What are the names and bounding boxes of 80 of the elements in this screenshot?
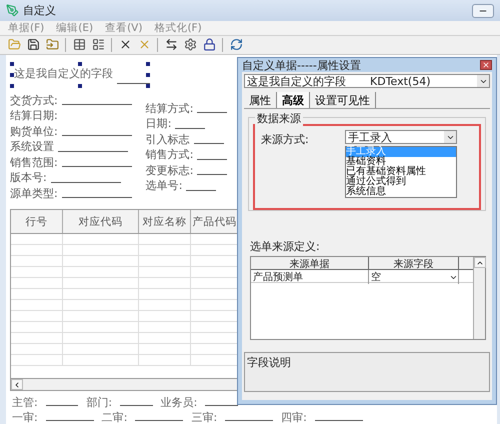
pen-icon — [6, 4, 19, 17]
selection-handle[interactable] — [146, 62, 150, 66]
dropdown-option[interactable]: 系统信息 — [346, 187, 456, 197]
group-title: 数据来源 — [255, 111, 303, 126]
settings-icon[interactable] — [182, 36, 198, 53]
selection-handle[interactable] — [10, 62, 14, 66]
fill-in-line — [135, 420, 184, 421]
selection-handle[interactable] — [146, 72, 150, 76]
section-label: 选单来源定义: — [250, 239, 321, 254]
field-label: 结算日期: — [10, 108, 58, 124]
field-label: 交货方式: — [10, 92, 58, 108]
fill-in-line — [197, 158, 228, 160]
table-cell[interactable]: 产品预测单 — [251, 270, 369, 284]
chevron-left-icon — [13, 380, 21, 388]
field-label: 结算方式: — [146, 100, 194, 116]
column-header[interactable]: 行号 — [11, 210, 63, 233]
field-label: 二审: — [102, 410, 128, 424]
fill-in-line — [225, 420, 274, 421]
field-label: 业务员: — [160, 395, 198, 409]
scroll-left-button[interactable] — [11, 379, 23, 390]
close-button[interactable] — [480, 60, 492, 70]
column-header[interactable]: 对应代码 — [63, 210, 139, 233]
column-header[interactable]: 来源单据 — [251, 257, 369, 271]
dialog-title: 自定义单据-----属性设置 — [242, 58, 361, 72]
fill-in-line — [62, 166, 132, 167]
field-label: 引入标志 — [146, 132, 190, 147]
lock-icon[interactable] — [201, 36, 217, 53]
field-label: 销售方式: — [146, 147, 194, 162]
fill-in-line — [194, 143, 224, 144]
object-dropdown[interactable]: 这是我自定义的字段 KDText(54) — [244, 74, 490, 88]
save-icon[interactable] — [25, 36, 41, 53]
table-icon[interactable] — [71, 36, 87, 53]
form-icon[interactable] — [90, 36, 106, 53]
fill-in-line — [62, 104, 132, 105]
selection-handle[interactable] — [10, 84, 14, 88]
field-label: 版本号: — [10, 170, 47, 186]
field-label: 字段说明 — [247, 356, 291, 369]
field-label: 部门: — [86, 395, 112, 409]
tab[interactable]: 设置可见性 — [310, 92, 376, 108]
fill-in-line — [197, 174, 228, 175]
selection-handle[interactable] — [78, 62, 82, 66]
selection-handle[interactable] — [10, 72, 14, 76]
fill-in-line — [197, 112, 228, 113]
dropdown-option[interactable]: 通过公式得到 — [346, 177, 456, 187]
selection-handle[interactable] — [78, 84, 82, 88]
minimize-button[interactable] — [472, 4, 494, 18]
field-label: 来源方式: — [261, 132, 310, 148]
fill-in-line — [58, 150, 128, 152]
fill-in-line — [62, 135, 132, 136]
fill-in-line — [46, 405, 78, 406]
scroll-up-button[interactable] — [474, 257, 486, 268]
source-dropdown[interactable]: 手工录入 — [345, 130, 457, 144]
dropdown-option[interactable]: 基础资料 — [346, 157, 456, 167]
fill-in-line — [314, 420, 363, 421]
column-header[interactable]: 对应名称 — [139, 210, 191, 233]
field-label: 这是我自定义的字段 — [14, 66, 113, 81]
field-label: 四审: — [281, 410, 307, 424]
field-label: 源单类型: — [10, 186, 58, 201]
field-label: 日期: — [146, 116, 172, 132]
fill-in-line — [205, 405, 238, 406]
field-label: 系统设置 — [10, 139, 54, 154]
fill-in-line — [62, 197, 132, 198]
table-cell[interactable]: 空 — [369, 270, 459, 284]
close-icon — [482, 61, 490, 69]
fill-in-line — [120, 405, 153, 406]
column-header[interactable]: 来源字段 — [369, 257, 459, 271]
field-label: 选单号: — [146, 178, 182, 194]
selection-handle[interactable] — [146, 84, 150, 88]
fill-in-line — [46, 420, 94, 421]
refresh-icon[interactable] — [228, 36, 244, 53]
fill-in-line — [117, 82, 150, 84]
dropdown-option[interactable]: 已有基础资料属性 — [346, 167, 456, 177]
field-label: 变更标志: — [146, 162, 194, 178]
tab[interactable]: 高级 — [277, 92, 310, 108]
field-label: 购货单位: — [10, 124, 58, 139]
field-label: 一审: — [12, 410, 38, 424]
field-label: 三审: — [191, 410, 218, 424]
window-title: 自定义 — [23, 3, 56, 18]
field-label: 主管: — [12, 395, 38, 409]
field-label: 销售范围: — [10, 154, 58, 170]
